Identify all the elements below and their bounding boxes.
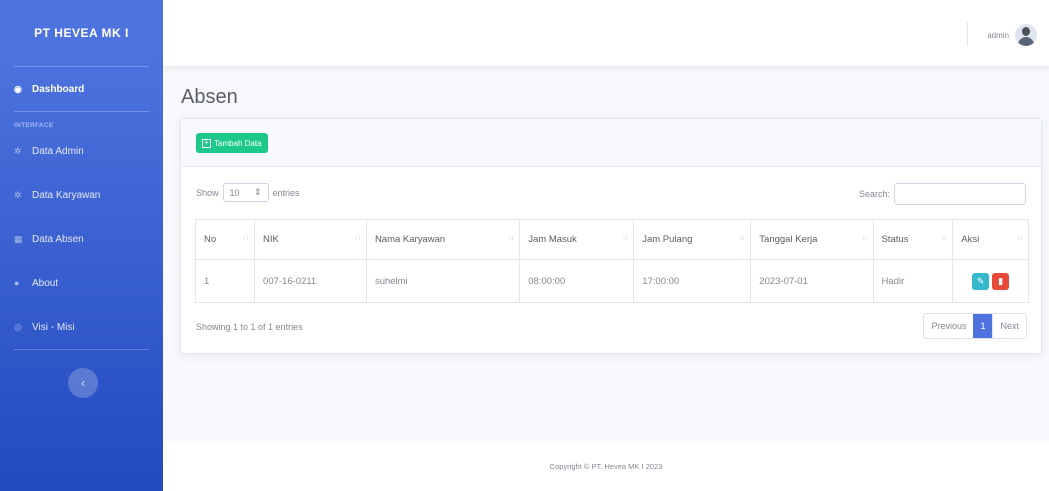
column-header-tanggal[interactable]: Tanggal Kerja ↑↓ (750, 219, 874, 260)
column-header-nama[interactable]: Nama Karyawan ↑↓ (365, 219, 521, 260)
pagination-previous[interactable]: Previous (924, 314, 973, 338)
cell-tanggal: 2023-07-01 (750, 259, 874, 303)
search-label: Search: (858, 189, 890, 199)
column-header-status[interactable]: Status ↑↓ (872, 219, 954, 260)
brand-link[interactable]: PT HEVEA MK I (0, 0, 163, 66)
sidebar-item-label: Data Absen (32, 233, 84, 245)
table-icon: ▦ (14, 233, 23, 244)
search-control: Search: (859, 183, 1026, 205)
sidebar-item-about[interactable]: ● About (0, 261, 163, 305)
table-info: Showing 1 to 1 of 1 entries (196, 322, 303, 332)
topbar-divider (967, 22, 968, 46)
sort-arrows-icon: ⇕ (253, 187, 262, 197)
topbar: admin (163, 0, 1049, 66)
cell-status: Hadir (872, 259, 954, 303)
eye-icon: ◎ (14, 321, 22, 332)
sidebar-item-dashboard[interactable]: ◉ Dashboard (0, 67, 163, 111)
tachometer-icon: ◉ (14, 83, 22, 94)
column-header-no[interactable]: No ↑↓ (194, 219, 256, 260)
table-row: 1 007-16-0211 suhelmi 08:00:00 17:00:00 … (194, 259, 1029, 303)
edit-icon: ✎ (976, 275, 985, 286)
sidebar-item-label: Data Karyawan (32, 189, 101, 201)
sidebar-item-label: Data Admin (32, 145, 84, 157)
sidebar-heading: INTERFACE (14, 122, 54, 129)
sidebar-divider (14, 349, 149, 350)
column-header-nik[interactable]: NIK ↑↓ (254, 219, 367, 260)
chevron-left-icon: ‹ (81, 376, 85, 390)
edit-button[interactable]: ✎ (972, 272, 990, 290)
add-data-button[interactable]: + Tambah Data (196, 133, 268, 153)
data-card: + Tambah Data Show 10 ⇕ entries Search: … (180, 118, 1042, 354)
absen-table: No ↑↓ NIK ↑↓ Nama Karyawan ↑↓ Jam Masuk ↑↓ J… (194, 219, 1029, 303)
table-header-row: No ↑↓ NIK ↑↓ Nama Karyawan ↑↓ Jam Masuk ↑↓ J… (194, 219, 1029, 260)
users-icon: ✲ (14, 189, 22, 200)
sidebar-item-label: About (32, 277, 59, 289)
entries-control: Show 10 ⇕ entries (196, 183, 300, 202)
sidebar-toggle-button[interactable]: ‹ (68, 368, 98, 398)
column-header-jam-pulang[interactable]: Jam Pulang ↑↓ (633, 219, 752, 260)
card-header: + Tambah Data (181, 119, 1041, 167)
cell-nik: 007-16-0211 (254, 259, 367, 303)
cell-jam-masuk: 08:00:00 (519, 259, 635, 303)
footer: Copyright © PT. Hevea MK I 2023 (163, 441, 1049, 491)
copyright-text: Copyright © PT. Hevea MK I 2023 (549, 461, 663, 471)
sidebar-item-label: Dashboard (32, 83, 85, 95)
sidebar-item-visi-misi[interactable]: ◎ Visi - Misi (0, 305, 163, 349)
sidebar-item-data-absen[interactable]: ▦ Data Absen (0, 217, 163, 261)
search-input[interactable] (894, 183, 1026, 205)
cell-nama: suhelmi (365, 259, 521, 303)
trash-icon: ▮ (998, 275, 1004, 286)
pagination-next[interactable]: Next (992, 314, 1026, 338)
column-header-jam-masuk[interactable]: Jam Masuk ↑↓ (519, 219, 635, 260)
entries-label: entries (272, 187, 300, 198)
cell-jam-pulang: 17:00:00 (633, 259, 752, 303)
avatar (1015, 24, 1037, 46)
entries-select[interactable]: 10 ⇕ (222, 183, 269, 202)
users-icon: ✲ (14, 145, 22, 156)
show-label: Show (196, 187, 219, 198)
sidebar-item-data-karyawan[interactable]: ✲ Data Karyawan (0, 173, 163, 217)
sidebar-item-label: Visi - Misi (32, 321, 75, 333)
page-title: Absen (181, 86, 238, 108)
sidebar-item-data-admin[interactable]: ✲ Data Admin (0, 129, 163, 173)
username: admin (987, 30, 1009, 40)
delete-button[interactable]: ▮ (992, 272, 1010, 290)
plus-square-icon: + (202, 138, 211, 148)
pagination-page-1[interactable]: 1 (973, 314, 993, 338)
cell-aksi: ✎ ▮ (952, 259, 1029, 303)
sidebar: PT HEVEA MK I ◉ Dashboard INTERFACE ✲ Da… (0, 0, 163, 491)
entries-value: 10 (229, 187, 240, 198)
pagination: Previous 1 Next (923, 313, 1027, 339)
add-data-label: Tambah Data (214, 138, 262, 148)
column-header-aksi[interactable]: Aksi ↑↓ (952, 219, 1029, 260)
user-dropdown[interactable]: admin (987, 24, 1037, 46)
cell-no: 1 (194, 259, 256, 303)
info-icon: ● (14, 278, 20, 288)
